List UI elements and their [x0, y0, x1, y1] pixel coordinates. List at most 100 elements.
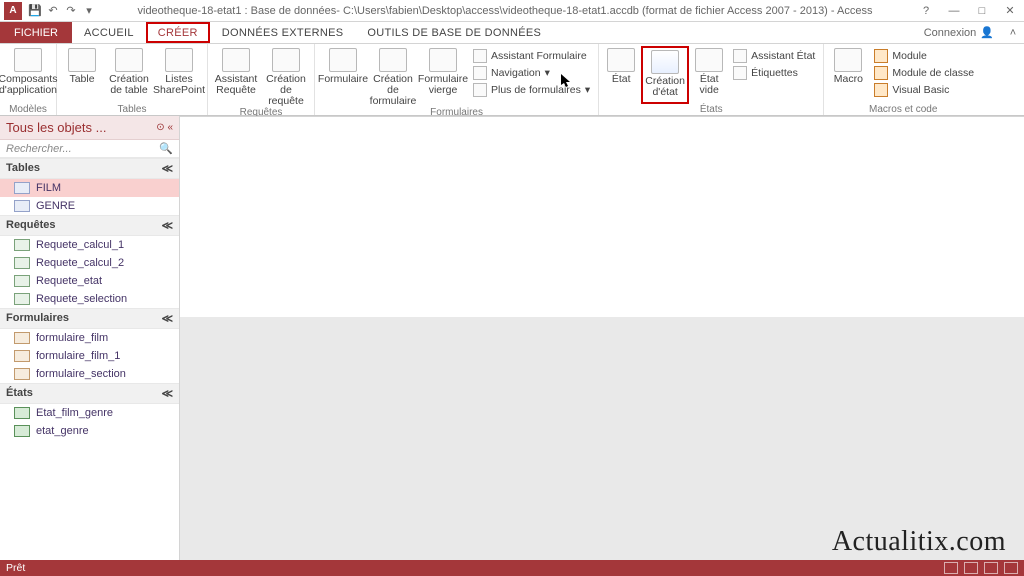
- nav-collapse-icon[interactable]: ⊙ «: [156, 122, 173, 133]
- search-icon[interactable]: 🔍: [159, 142, 173, 155]
- ribbon-group-models: Composants d'application Modèles: [0, 44, 57, 115]
- qat-undo-icon[interactable]: ↶: [44, 2, 62, 20]
- app-parts-button[interactable]: Composants d'application: [4, 46, 52, 104]
- form-icon: [14, 332, 30, 344]
- group-label-reports: États: [603, 104, 819, 116]
- window-restore-icon[interactable]: □: [968, 1, 996, 21]
- qat-customize-icon[interactable]: ▾: [80, 2, 98, 20]
- nav-item-genre[interactable]: GENRE: [0, 197, 179, 215]
- query-icon: [14, 239, 30, 251]
- nav-pane-header[interactable]: Tous les objets ... ⊙ «: [0, 116, 179, 140]
- window-title: videotheque-18-etat1 : Base de données- …: [98, 5, 912, 17]
- module-button[interactable]: Module: [870, 48, 978, 64]
- qat-redo-icon[interactable]: ↷: [62, 2, 80, 20]
- title-bar: A 💾 ↶ ↷ ▾ videotheque-18-etat1 : Base de…: [0, 0, 1024, 22]
- nav-item-f1[interactable]: formulaire_film: [0, 329, 179, 347]
- table-icon: [14, 182, 30, 194]
- report-icon: [14, 407, 30, 419]
- ribbon-collapse-icon[interactable]: ˄: [1002, 22, 1024, 43]
- nav-item-f2[interactable]: formulaire_film_1: [0, 347, 179, 365]
- document-canvas: [180, 116, 1024, 560]
- tab-database-tools[interactable]: OUTILS DE BASE DE DONNÉES: [355, 22, 553, 43]
- nav-item-r1[interactable]: Etat_film_genre: [0, 404, 179, 422]
- nav-item-rq1[interactable]: Requete_calcul_1: [0, 236, 179, 254]
- user-icon: 👤: [980, 26, 994, 39]
- nav-search-box[interactable]: Rechercher... 🔍: [0, 140, 179, 158]
- form-icon: [14, 350, 30, 362]
- query-icon: [14, 293, 30, 305]
- blank-form-button[interactable]: Formulaire vierge: [419, 46, 467, 104]
- watermark-text: Actualitix.com: [832, 526, 1006, 558]
- window-close-icon[interactable]: ✕: [996, 1, 1024, 21]
- tab-external-data[interactable]: DONNÉES EXTERNES: [210, 22, 356, 43]
- form-icon: [14, 368, 30, 380]
- ribbon-group-macros: Macro Module Module de classe Visual Bas…: [824, 44, 982, 115]
- tab-home[interactable]: ACCUEIL: [72, 22, 146, 43]
- report-icon: [14, 425, 30, 437]
- ribbon-group-tables: Table Création de table Listes SharePoin…: [57, 44, 208, 115]
- query-icon: [14, 257, 30, 269]
- report-wizard-button[interactable]: Assistant État: [729, 48, 819, 64]
- nav-item-film[interactable]: FILM: [0, 179, 179, 197]
- access-app-icon: A: [4, 2, 22, 20]
- view-switcher[interactable]: [944, 562, 1018, 574]
- ribbon-group-reports: État Création d'état État vide Assistant…: [599, 44, 824, 115]
- nav-item-r2[interactable]: etat_genre: [0, 422, 179, 440]
- view-icon-4[interactable]: [1004, 562, 1018, 574]
- view-icon-3[interactable]: [984, 562, 998, 574]
- collapse-icon: ≪: [161, 219, 173, 232]
- status-bar: Prêt: [0, 560, 1024, 576]
- report-button[interactable]: État: [603, 46, 639, 104]
- form-wizard-button[interactable]: Assistant Formulaire: [469, 48, 594, 64]
- nav-group-tables[interactable]: Tables≪: [0, 158, 179, 179]
- ribbon: Composants d'application Modèles Table C…: [0, 44, 1024, 116]
- navigation-pane: Tous les objets ... ⊙ « Rechercher... 🔍 …: [0, 116, 180, 560]
- nav-item-rq3[interactable]: Requete_etat: [0, 272, 179, 290]
- collapse-icon: ≪: [161, 312, 173, 325]
- status-text: Prêt: [6, 562, 25, 574]
- nav-search-placeholder: Rechercher...: [6, 143, 72, 155]
- ribbon-group-forms: Formulaire Création de formulaire Formul…: [315, 44, 599, 115]
- query-design-button[interactable]: Création de requête: [262, 46, 310, 107]
- tab-file[interactable]: FICHIER: [0, 22, 72, 43]
- chevron-down-icon: ▾: [585, 84, 590, 96]
- query-icon: [14, 275, 30, 287]
- tab-create[interactable]: CRÉER: [146, 22, 210, 43]
- nav-item-rq4[interactable]: Requete_selection: [0, 290, 179, 308]
- more-forms-button[interactable]: Plus de formulaires ▾: [469, 82, 594, 98]
- group-label-macros: Macros et code: [828, 104, 978, 116]
- collapse-icon: ≪: [161, 387, 173, 400]
- qat-save-icon[interactable]: 💾: [26, 2, 44, 20]
- view-icon-1[interactable]: [944, 562, 958, 574]
- blank-report-button[interactable]: État vide: [691, 46, 727, 104]
- nav-group-reports[interactable]: États≪: [0, 383, 179, 404]
- report-design-button[interactable]: Création d'état: [641, 46, 689, 104]
- table-icon: [14, 200, 30, 212]
- ribbon-tabs: FICHIER ACCUEIL CRÉER DONNÉES EXTERNES O…: [0, 22, 1024, 44]
- visual-basic-button[interactable]: Visual Basic: [870, 82, 978, 98]
- form-design-button[interactable]: Création de formulaire: [369, 46, 417, 107]
- window-minimize-icon[interactable]: —: [940, 1, 968, 21]
- nav-item-rq2[interactable]: Requete_calcul_2: [0, 254, 179, 272]
- macro-button[interactable]: Macro: [828, 46, 868, 104]
- form-button[interactable]: Formulaire: [319, 46, 367, 104]
- navigation-form-button[interactable]: Navigation ▾: [469, 65, 594, 81]
- nav-group-queries[interactable]: Requêtes≪: [0, 215, 179, 236]
- chevron-down-icon: ▾: [545, 67, 550, 79]
- table-button[interactable]: Table: [61, 46, 103, 104]
- labels-button[interactable]: Étiquettes: [729, 65, 819, 81]
- nav-item-f3[interactable]: formulaire_section: [0, 365, 179, 383]
- collapse-icon: ≪: [161, 162, 173, 175]
- table-design-button[interactable]: Création de table: [105, 46, 153, 104]
- main-area: Tous les objets ... ⊙ « Rechercher... 🔍 …: [0, 116, 1024, 560]
- query-wizard-button[interactable]: Assistant Requête: [212, 46, 260, 104]
- view-icon-2[interactable]: [964, 562, 978, 574]
- ribbon-group-queries: Assistant Requête Création de requête Re…: [208, 44, 315, 115]
- group-label-tables: Tables: [61, 104, 203, 116]
- group-label-models: Modèles: [4, 104, 52, 116]
- class-module-button[interactable]: Module de classe: [870, 65, 978, 81]
- sign-in-link[interactable]: Connexion👤: [916, 22, 1002, 43]
- help-icon[interactable]: ?: [912, 1, 940, 21]
- sharepoint-lists-button[interactable]: Listes SharePoint: [155, 46, 203, 104]
- nav-group-forms[interactable]: Formulaires≪: [0, 308, 179, 329]
